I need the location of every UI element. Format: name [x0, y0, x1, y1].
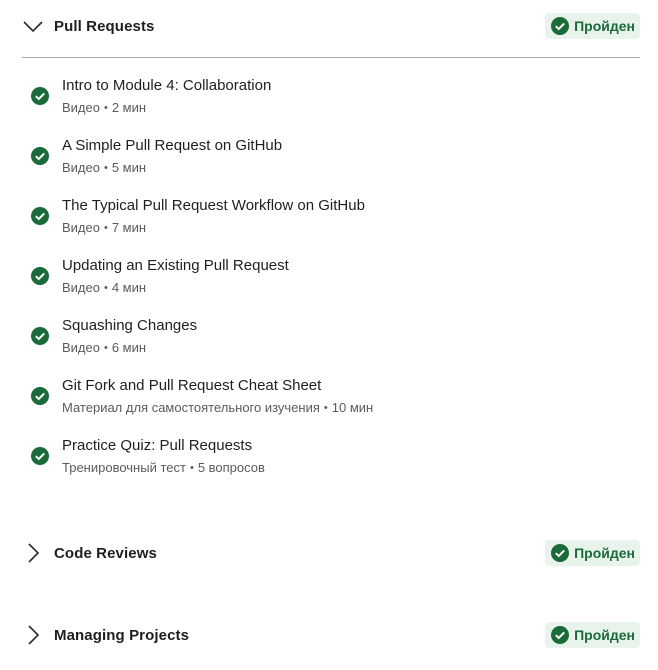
item-duration: 2 мин [111, 100, 147, 115]
item-type: Видео [62, 160, 100, 175]
item-title[interactable]: Updating an Existing Pull Request [62, 257, 289, 274]
section-title: Code Reviews [54, 544, 157, 562]
item-meta: Материал для самостоятельного изучения • 1… [62, 400, 373, 415]
item-duration: 10 мин [331, 400, 374, 415]
item-duration: 4 мин [111, 280, 147, 295]
item-type: Видео [62, 100, 100, 115]
item-meta: Видео • 7 мин [62, 220, 146, 235]
list-item[interactable]: Squashing Changes Видео • 6 мин [22, 312, 640, 372]
item-meta: Видео • 2 мин [62, 100, 146, 115]
item-duration: 5 вопросов [197, 460, 265, 475]
item-type: Видео [62, 340, 100, 355]
item-meta: Видео • 4 мин [62, 280, 146, 295]
item-title[interactable]: A Simple Pull Request on GitHub [62, 137, 282, 154]
status-badge: Пройден [545, 13, 640, 39]
item-title[interactable]: Git Fork and Pull Request Cheat Sheet [62, 377, 321, 394]
section-header-pull-requests[interactable]: Pull Requests Пройден [22, 10, 640, 42]
item-meta: Видео • 6 мин [62, 340, 146, 355]
check-circle-icon [31, 387, 49, 405]
check-circle-icon [31, 87, 49, 105]
item-duration: 6 мин [111, 340, 147, 355]
check-circle-icon [31, 207, 49, 225]
section-header-managing-projects[interactable]: Managing Projects Пройден [22, 619, 640, 651]
check-circle-icon [31, 147, 49, 165]
section-divider [22, 57, 640, 58]
chevron-right-icon[interactable] [22, 542, 44, 564]
item-meta: Тренировочный тест • 5 вопросов [62, 460, 265, 475]
module-outline: Pull Requests Пройден Intro to Module 4:… [0, 0, 658, 670]
status-badge-label: Пройден [574, 545, 635, 561]
chevron-right-icon[interactable] [22, 624, 44, 646]
status-badge-label: Пройден [574, 18, 635, 34]
separator-dot: • [103, 342, 108, 354]
section-title: Pull Requests [54, 17, 155, 35]
list-item[interactable]: Practice Quiz: Pull Requests Тренировочн… [22, 432, 640, 492]
list-item[interactable]: Updating an Existing Pull Request Видео •… [22, 252, 640, 312]
check-circle-icon [31, 267, 49, 285]
item-title[interactable]: Squashing Changes [62, 317, 197, 334]
check-circle-icon [551, 626, 570, 644]
item-type: Тренировочный тест [62, 460, 186, 475]
item-type: Видео [62, 280, 100, 295]
section-header-code-reviews[interactable]: Code Reviews Пройден [22, 537, 640, 569]
separator-dot: • [103, 162, 108, 174]
status-badge-label: Пройден [574, 627, 635, 643]
separator-dot: • [103, 282, 108, 294]
item-meta: Видео • 5 мин [62, 160, 146, 175]
check-circle-icon [551, 544, 570, 562]
list-item[interactable]: A Simple Pull Request on GitHub Видео • 5 … [22, 132, 640, 192]
status-badge: Пройден [545, 622, 640, 648]
chevron-down-icon[interactable] [22, 15, 44, 37]
item-duration: 5 мин [111, 160, 147, 175]
separator-dot: • [189, 462, 194, 474]
check-circle-icon [31, 447, 49, 465]
separator-dot: • [103, 222, 108, 234]
item-title[interactable]: Intro to Module 4: Collaboration [62, 77, 271, 94]
separator-dot: • [323, 402, 328, 414]
list-item[interactable]: Git Fork and Pull Request Cheat Sheet Ма… [22, 372, 640, 432]
item-title[interactable]: Practice Quiz: Pull Requests [62, 437, 252, 454]
status-badge: Пройден [545, 540, 640, 566]
check-circle-icon [551, 17, 570, 35]
item-type: Видео [62, 220, 100, 235]
check-circle-icon [31, 327, 49, 345]
section-item-list: Intro to Module 4: Collaboration Видео • 2… [22, 72, 640, 492]
item-duration: 7 мин [111, 220, 147, 235]
section-title: Managing Projects [54, 626, 190, 644]
item-title[interactable]: The Typical Pull Request Workflow on Git… [62, 197, 365, 214]
list-item[interactable]: Intro to Module 4: Collaboration Видео • 2… [22, 72, 640, 132]
separator-dot: • [103, 102, 108, 114]
list-item[interactable]: The Typical Pull Request Workflow on Git… [22, 192, 640, 252]
item-type: Материал для самостоятельного изучения [62, 400, 320, 415]
